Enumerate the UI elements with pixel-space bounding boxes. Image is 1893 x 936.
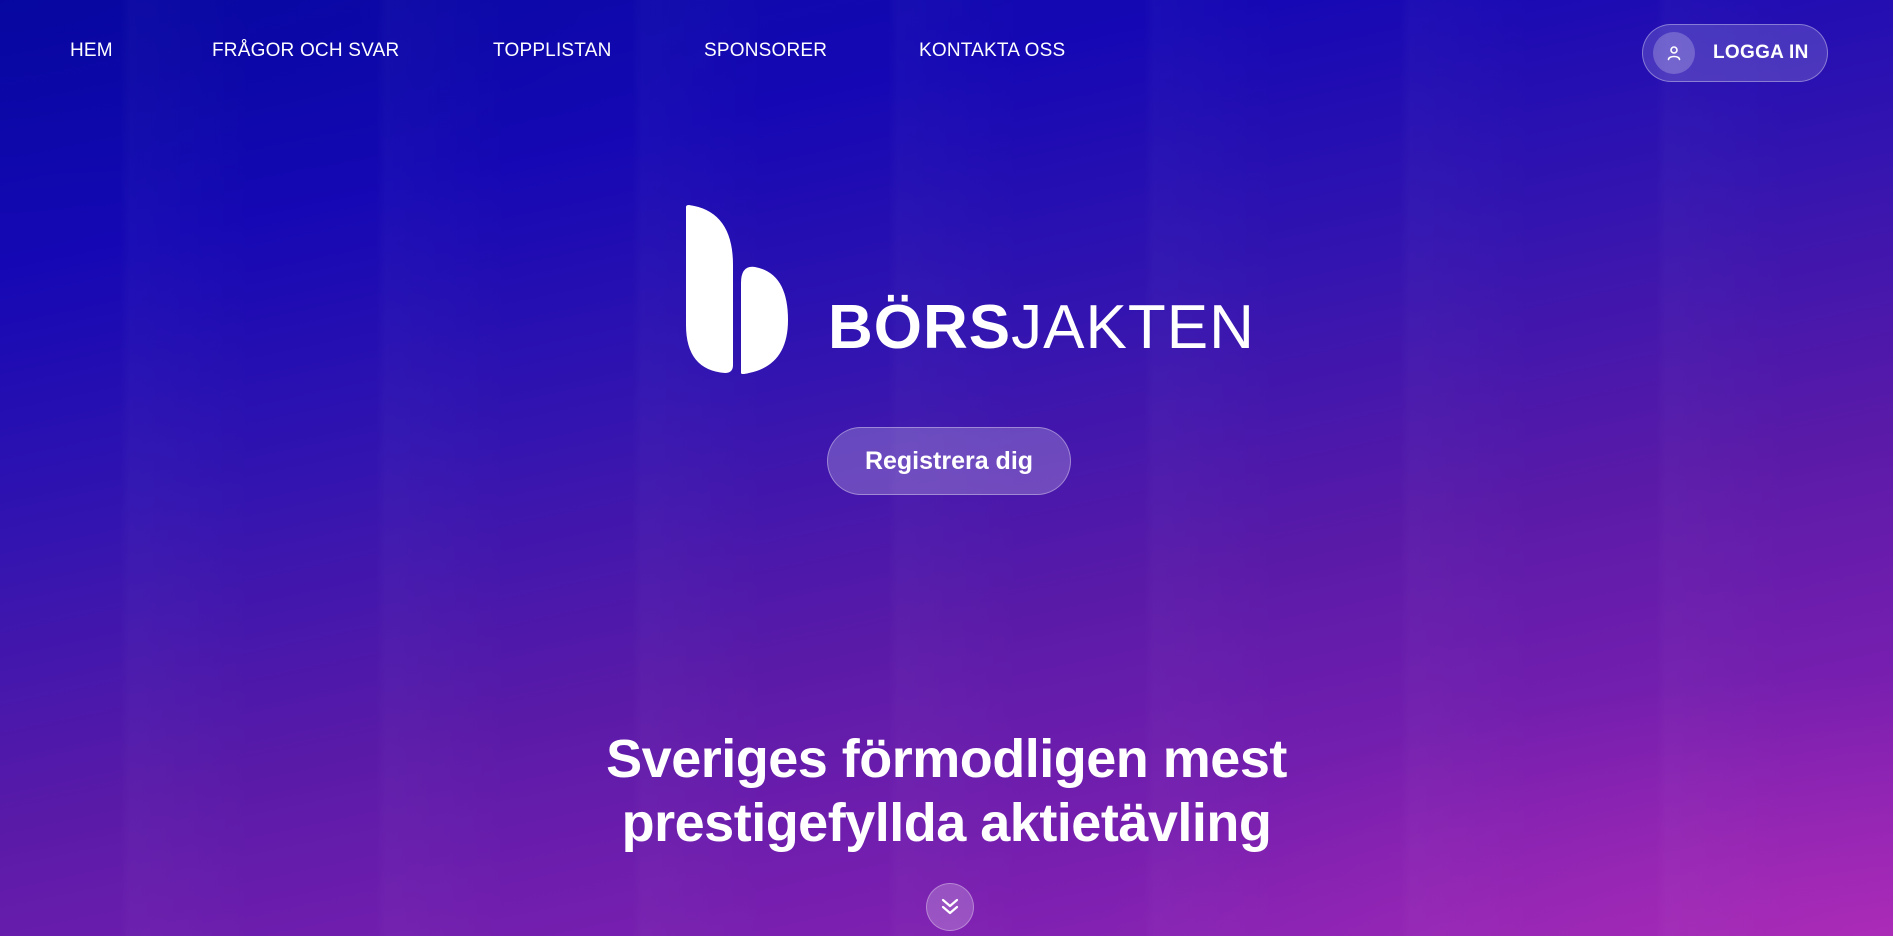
- logo-mark-icon: [686, 205, 788, 374]
- scroll-down-button[interactable]: [926, 883, 974, 931]
- user-icon: [1653, 32, 1695, 74]
- top-navigation: HEM FRÅGOR OCH SVAR TOPPLISTAN SPONSORER…: [0, 0, 1893, 106]
- headline-line-2: prestigefyllda aktietävling: [621, 793, 1272, 853]
- headline-line-1: Sveriges förmodligen mest: [606, 729, 1287, 789]
- nav-link-sponsorer[interactable]: SPONSORER: [704, 40, 827, 62]
- logo-word-thin: JAKTEN: [1011, 293, 1255, 362]
- logo-word-bold: BÖRS: [828, 293, 1012, 362]
- double-chevron-down-icon: [941, 898, 959, 915]
- hero-headline: Sveriges förmodligen mest prestigefyllda…: [500, 727, 1393, 855]
- nav-link-hem[interactable]: HEM: [70, 40, 113, 62]
- login-label: LOGGA IN: [1713, 42, 1809, 63]
- nav-link-kontakta-oss[interactable]: KONTAKTA OSS: [919, 40, 1065, 62]
- borsjakten-logo[interactable]: BÖRSJAKTEN: [683, 205, 1254, 375]
- nav-link-fragor-och-svar[interactable]: FRÅGOR OCH SVAR: [212, 40, 399, 62]
- login-button[interactable]: LOGGA IN: [1642, 24, 1828, 82]
- register-button[interactable]: Registrera dig: [827, 427, 1071, 495]
- nav-link-topplistan[interactable]: TOPPLISTAN: [493, 40, 612, 62]
- logo-wordmark: BÖRSJAKTEN: [828, 297, 1255, 359]
